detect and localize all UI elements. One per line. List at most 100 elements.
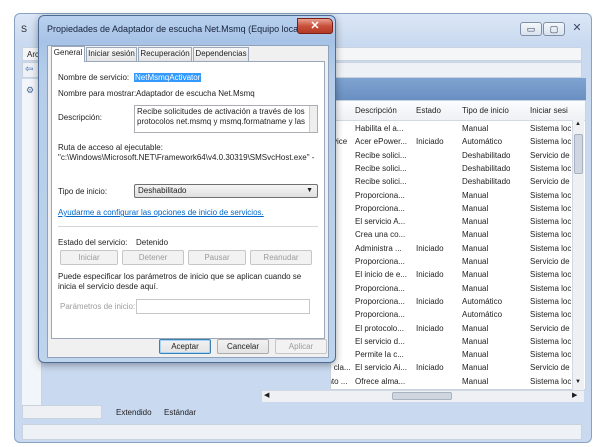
services-header-band xyxy=(330,78,586,100)
row-logon: Sistema loc xyxy=(530,350,572,360)
stop-button[interactable]: Detener xyxy=(122,250,184,265)
scroll-right-icon[interactable]: ▶ xyxy=(572,391,577,399)
tab-iniciar-sesion[interactable]: Iniciar sesión xyxy=(86,47,137,61)
description-text: Recibe solicitudes de activación a travé… xyxy=(137,107,306,126)
display-name-value[interactable]: Adaptador de escucha Net.Msmq xyxy=(136,89,255,98)
row-logon: Sistema loc xyxy=(530,310,572,320)
table-row[interactable]: vice Acer ePower... Iniciado Automático Sist… xyxy=(331,136,581,149)
tab-recuperacion[interactable]: Recuperación xyxy=(138,47,192,61)
table-row[interactable]: Administra ... Iniciado Manual Sistema loc xyxy=(331,243,581,256)
tab-estandar[interactable]: Estándar xyxy=(164,408,196,417)
row-startup: Manual xyxy=(462,230,489,240)
tab-dependencias[interactable]: Dependencias xyxy=(193,47,249,61)
column-tipo-inicio[interactable]: Tipo de inicio xyxy=(462,106,509,115)
chevron-down-icon: ▼ xyxy=(306,187,313,194)
service-name-label: Nombre de servicio: xyxy=(58,73,130,82)
tab-general[interactable]: General xyxy=(51,46,85,62)
row-startup: Automático xyxy=(462,296,503,306)
table-row[interactable]: Crea una co... Manual Sistema loc xyxy=(331,229,581,242)
row-logon: Sistema loc xyxy=(530,376,572,386)
close-icon[interactable]: ✕ xyxy=(297,18,333,34)
apply-button[interactable]: Aplicar xyxy=(275,339,327,354)
exe-path-label: Ruta de acceso al ejecutable: xyxy=(58,143,163,152)
resume-button[interactable]: Reanudar xyxy=(250,250,312,265)
horizontal-scrollbar[interactable]: ◀ ▶ xyxy=(262,390,584,402)
table-row[interactable]: Proporciona... Iniciado Automático Sistema … xyxy=(331,296,581,309)
row-logon: Sistema loc xyxy=(530,137,572,147)
startup-type-label: Tipo de inicio: xyxy=(58,187,108,196)
table-row[interactable]: El servicio A... Manual Sistema loc xyxy=(331,216,581,229)
description-scrollbar[interactable] xyxy=(309,106,317,132)
description-box[interactable]: Recibe solicitudes de activación a travé… xyxy=(134,105,318,133)
window-close-button[interactable]: ✕ xyxy=(563,22,591,36)
row-startup: Deshabilitado xyxy=(462,163,511,173)
table-row[interactable]: Habilita el a... Manual Sistema loc xyxy=(331,123,581,136)
row-startup: Manual xyxy=(462,217,489,227)
table-row[interactable]: Recibe solici... Deshabilitado Sistema loc xyxy=(331,163,581,176)
table-row[interactable]: El protocolo... Iniciado Manual Servicio de xyxy=(331,323,581,336)
general-tab-panel: Nombre de servicio: NetMsmqActivator Nom… xyxy=(51,61,325,339)
startup-type-value: Deshabilitado xyxy=(138,186,187,195)
row-desc: Crea una co... xyxy=(355,230,406,240)
table-row[interactable]: El inicio de e... Iniciado Manual Sistema l… xyxy=(331,269,581,282)
table-row[interactable]: Proporciona... Manual Sistema loc xyxy=(331,283,581,296)
service-status-value: Detenido xyxy=(136,238,169,247)
row-startup: Manual xyxy=(462,243,489,253)
row-desc: El servicio Ai... xyxy=(355,363,408,373)
back-arrow-icon[interactable]: ⇦ xyxy=(25,64,33,75)
pause-button[interactable]: Pausar xyxy=(188,250,246,265)
table-row[interactable]: Permite la c... Manual Sistema loc xyxy=(331,349,581,362)
column-estado[interactable]: Estado xyxy=(416,106,441,115)
help-link[interactable]: Ayudarme a configurar las opciones de in… xyxy=(58,208,264,217)
tab-extendido[interactable]: Extendido xyxy=(116,408,152,417)
params-label: Parámetros de inicio: xyxy=(60,302,136,311)
scroll-down-icon[interactable]: ▼ xyxy=(575,379,581,385)
row-startup: Manual xyxy=(462,270,489,280)
exe-path-value[interactable]: "c:\Windows\Microsoft.NET\Framework64\v4… xyxy=(58,153,314,162)
row-logon: Sistema loc xyxy=(530,296,572,306)
table-row[interactable]: Recibe solici... Deshabilitado Servicio de xyxy=(331,176,581,189)
hscroll-thumb[interactable] xyxy=(392,392,452,400)
tree-horizontal-scrollbar[interactable] xyxy=(22,405,102,419)
row-desc: Administra ... xyxy=(355,243,402,253)
table-row[interactable]: ⚙Aislamiento de cla...El servicio Ai...I… xyxy=(331,362,581,375)
row-startup: Manual xyxy=(462,350,489,360)
table-row[interactable]: ⚙Almacenamiento ...Ofrece alma...ManualS… xyxy=(331,376,581,389)
table-row[interactable]: El servicio d... Manual Sistema loc xyxy=(331,336,581,349)
row-desc: Acer ePower... xyxy=(355,137,408,147)
row-startup: Manual xyxy=(462,323,489,333)
params-input[interactable] xyxy=(136,299,310,314)
services-node-icon[interactable]: ⚙ xyxy=(26,85,34,96)
services-window-title: S xyxy=(21,24,28,34)
cancel-button[interactable]: Cancelar xyxy=(217,339,269,354)
vertical-scrollbar[interactable]: ▲ ▼ xyxy=(572,120,584,390)
row-logon: Sistema loc xyxy=(530,190,572,200)
row-desc: Proporciona... xyxy=(355,203,405,213)
start-button[interactable]: Iniciar xyxy=(60,250,118,265)
scrollbar-thumb[interactable] xyxy=(574,134,583,174)
divider xyxy=(58,226,318,227)
service-name-value[interactable]: NetMsmqActivator xyxy=(134,73,202,82)
row-logon: Sistema loc xyxy=(530,270,572,280)
scroll-left-icon[interactable]: ◀ xyxy=(264,391,269,399)
row-logon: Sistema loc xyxy=(530,217,572,227)
row-startup: Manual xyxy=(462,363,489,373)
minimize-button[interactable]: ▭ xyxy=(520,22,542,36)
table-row[interactable]: Recibe solici... Deshabilitado Servicio de xyxy=(331,150,581,163)
params-note: Puede especificar los parámetros de inic… xyxy=(58,272,302,291)
table-row[interactable]: Proporciona... Manual Sistema loc xyxy=(331,190,581,203)
table-row[interactable]: Proporciona... Manual Sistema loc xyxy=(331,203,581,216)
column-iniciar-sesion[interactable]: Iniciar sesi xyxy=(530,106,568,115)
scroll-up-icon[interactable]: ▲ xyxy=(575,121,581,127)
column-descripcion[interactable]: Descripción xyxy=(355,106,397,115)
description-label: Descripción: xyxy=(58,113,103,122)
table-row[interactable]: Proporciona... Automático Sistema loc xyxy=(331,309,581,322)
row-logon: Sistema loc xyxy=(530,124,572,133)
row-desc: Recibe solici... xyxy=(355,163,407,173)
maximize-button[interactable]: ▢ xyxy=(543,22,565,36)
row-status: Iniciado xyxy=(416,137,444,147)
dialog-title: Propiedades de Adaptador de escucha Net.… xyxy=(47,24,304,34)
table-row[interactable]: Proporciona... Manual Servicio de xyxy=(331,256,581,269)
ok-button[interactable]: Aceptar xyxy=(159,339,211,354)
startup-type-select[interactable]: Deshabilitado ▼ xyxy=(134,184,318,198)
